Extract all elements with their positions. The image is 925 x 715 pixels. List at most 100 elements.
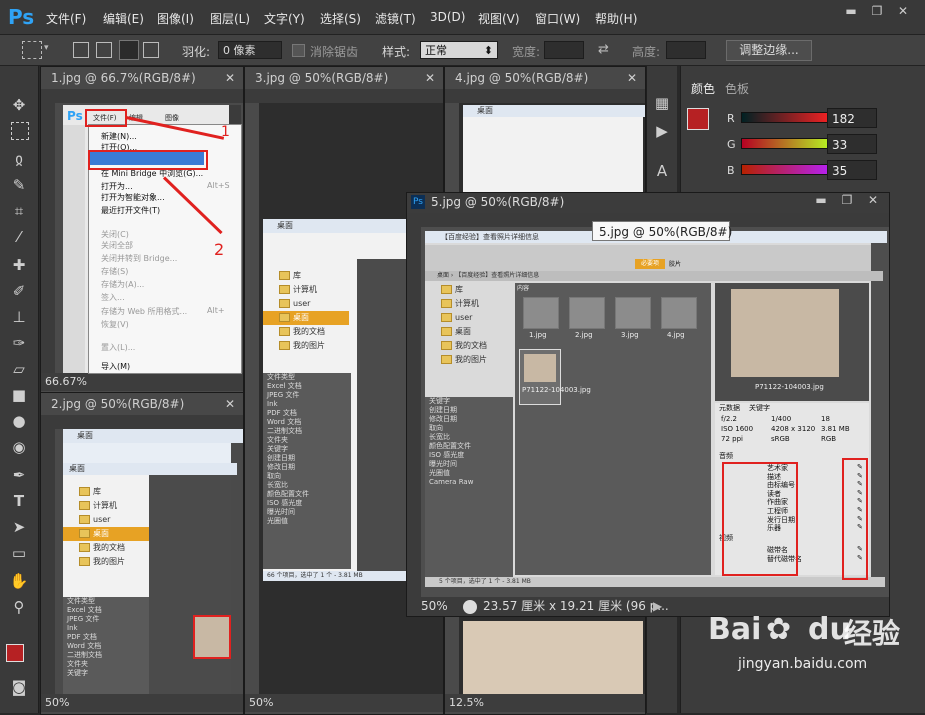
- file-menu-item[interactable]: 存储(S): [101, 266, 128, 277]
- filter-item[interactable]: 修改日期: [425, 415, 513, 424]
- doc2-canvas[interactable]: 桌面 桌面 库 计算机 user 桌面 我的文档 我的图片 文件类型 Excel…: [63, 429, 243, 694]
- file-menu-item[interactable]: 导入(M): [101, 361, 130, 372]
- nav-item[interactable]: 我的图片: [263, 339, 349, 353]
- close-icon[interactable]: ✕: [225, 393, 235, 415]
- filter-item[interactable]: 修改日期: [263, 463, 351, 472]
- style-select[interactable]: 正常 ⬍: [420, 41, 498, 59]
- doc2-tab[interactable]: 2.jpg @ 50%(RGB/8#) ✕: [41, 393, 243, 415]
- doc1-tab[interactable]: 1.jpg @ 66.7%(RGB/8#) ✕: [41, 67, 243, 89]
- keywords-tab[interactable]: 关键字: [749, 403, 770, 413]
- filter-item-camera-raw[interactable]: Camera Raw: [425, 478, 513, 487]
- height-input[interactable]: [666, 41, 706, 59]
- thumbnail[interactable]: [615, 297, 651, 329]
- filter-item[interactable]: Word 文档: [263, 418, 351, 427]
- gradient-tool-icon[interactable]: ■: [8, 384, 30, 406]
- path-select-tool-icon[interactable]: ➤: [8, 516, 30, 538]
- metadata-tab[interactable]: 元数据: [719, 403, 740, 413]
- file-menu-item[interactable]: 关闭全部: [101, 240, 133, 251]
- nav-item[interactable]: 我的文档: [63, 541, 149, 555]
- b-slider[interactable]: [741, 164, 835, 175]
- filter-item[interactable]: ISO 感光度: [263, 499, 351, 508]
- filter-item[interactable]: 长宽比: [425, 433, 513, 442]
- nav-item[interactable]: user: [263, 297, 349, 311]
- antialias-checkbox[interactable]: [292, 44, 305, 57]
- tab-swatches[interactable]: 色板: [725, 80, 749, 97]
- feather-input[interactable]: 0 像素: [218, 41, 282, 59]
- new-selection-icon[interactable]: [73, 42, 89, 58]
- file-menu-item[interactable]: 存储为 Web 所用格式...: [101, 306, 187, 317]
- nav-item-selected[interactable]: 桌面: [63, 527, 149, 541]
- crop-tool-icon[interactable]: ⌗: [8, 200, 30, 222]
- thumbnail[interactable]: [661, 297, 697, 329]
- thumbnail[interactable]: [523, 297, 559, 329]
- quick-mask-icon[interactable]: ◙: [8, 676, 30, 698]
- filter-item[interactable]: Ink: [63, 624, 149, 633]
- nav-item[interactable]: 计算机: [263, 283, 349, 297]
- filter-item[interactable]: 曝光时间: [263, 508, 351, 517]
- zoom-tool-icon[interactable]: ⚲: [8, 596, 30, 618]
- menu-layer[interactable]: 图层(L): [210, 10, 250, 27]
- file-menu-item[interactable]: 恢复(V): [101, 319, 129, 330]
- quick-select-tool-icon[interactable]: ✎: [8, 174, 30, 196]
- nav-item[interactable]: 桌面: [425, 325, 513, 339]
- g-slider[interactable]: [741, 138, 835, 149]
- tab-color[interactable]: 颜色: [691, 80, 715, 97]
- thumbnail[interactable]: [569, 297, 605, 329]
- restore-icon[interactable]: ❐: [837, 193, 857, 207]
- file-menu-item[interactable]: 签入...: [101, 292, 125, 303]
- filter-item[interactable]: 颜色配置文件: [425, 442, 513, 451]
- nav-item[interactable]: 库: [63, 485, 149, 499]
- filter-item[interactable]: 关键字: [263, 445, 351, 454]
- filter-item[interactable]: 文件类型: [263, 373, 351, 382]
- content-tab[interactable]: 内容: [517, 283, 529, 292]
- marquee-tool-icon[interactable]: [22, 41, 42, 59]
- audio-section[interactable]: 音频: [719, 451, 733, 461]
- menu-help[interactable]: 帮助(H): [595, 10, 637, 27]
- width-input[interactable]: [544, 41, 584, 59]
- rect-marquee-tool-icon[interactable]: [11, 122, 29, 140]
- filter-item[interactable]: 创建日期: [425, 406, 513, 415]
- filter-item[interactable]: 取向: [425, 424, 513, 433]
- brush-tool-icon[interactable]: ✐: [8, 280, 30, 302]
- status-arrow-icon[interactable]: ▶: [653, 597, 662, 616]
- r-slider[interactable]: [741, 112, 835, 123]
- eyedropper-tool-icon[interactable]: ⁄: [8, 226, 30, 248]
- r-value[interactable]: 182: [827, 108, 877, 128]
- filter-item[interactable]: 文件夹: [263, 436, 351, 445]
- selected-thumbnail[interactable]: [193, 615, 231, 659]
- filmstrip-workspace-button[interactable]: 胶片: [669, 259, 681, 268]
- filter-item[interactable]: 文件类型: [63, 597, 149, 606]
- file-menu-item[interactable]: 最近打开文件(T): [101, 205, 160, 216]
- filter-item[interactable]: PDF 文档: [63, 633, 149, 642]
- menu-view[interactable]: 视图(V): [478, 10, 520, 27]
- history-brush-tool-icon[interactable]: ✑: [8, 332, 30, 354]
- subtract-selection-icon[interactable]: [119, 40, 139, 60]
- filter-item[interactable]: 二进制文档: [63, 651, 149, 660]
- selected-thumbnail[interactable]: P71122-104003.jpg: [519, 349, 591, 405]
- file-menu-item[interactable]: 存储为(A)...: [101, 279, 144, 290]
- nav-item[interactable]: 库: [425, 283, 513, 297]
- pen-tool-icon[interactable]: ✒: [8, 464, 30, 486]
- blur-tool-icon[interactable]: ●: [8, 410, 30, 432]
- menu-image[interactable]: 图像(I): [157, 10, 194, 27]
- file-menu-item[interactable]: 关闭并转到 Bridge...: [101, 253, 177, 264]
- minimize-icon[interactable]: ▬: [841, 4, 861, 18]
- essentials-workspace-button[interactable]: 必要项: [635, 259, 665, 269]
- nav-item[interactable]: 我的文档: [425, 339, 513, 353]
- restore-icon[interactable]: ❐: [867, 4, 887, 18]
- filter-item[interactable]: Word 文档: [63, 642, 149, 651]
- nav-item[interactable]: 计算机: [425, 297, 513, 311]
- filter-item[interactable]: Excel 文档: [263, 382, 351, 391]
- foreground-color-swatch[interactable]: [6, 644, 24, 662]
- shape-tool-icon[interactable]: ▭: [8, 542, 30, 564]
- filter-item[interactable]: 文件夹: [63, 660, 149, 669]
- filter-item[interactable]: Excel 文档: [63, 606, 149, 615]
- filter-item[interactable]: 创建日期: [263, 454, 351, 463]
- move-tool-icon[interactable]: ✥: [8, 94, 30, 116]
- menu-select[interactable]: 选择(S): [320, 10, 361, 27]
- close-icon[interactable]: ✕: [863, 193, 883, 207]
- nav-item[interactable]: 我的图片: [425, 353, 513, 367]
- lasso-tool-icon[interactable]: ჲ: [8, 148, 30, 170]
- nav-item-selected[interactable]: 桌面: [263, 311, 349, 325]
- foreground-color-swatch[interactable]: [687, 108, 709, 130]
